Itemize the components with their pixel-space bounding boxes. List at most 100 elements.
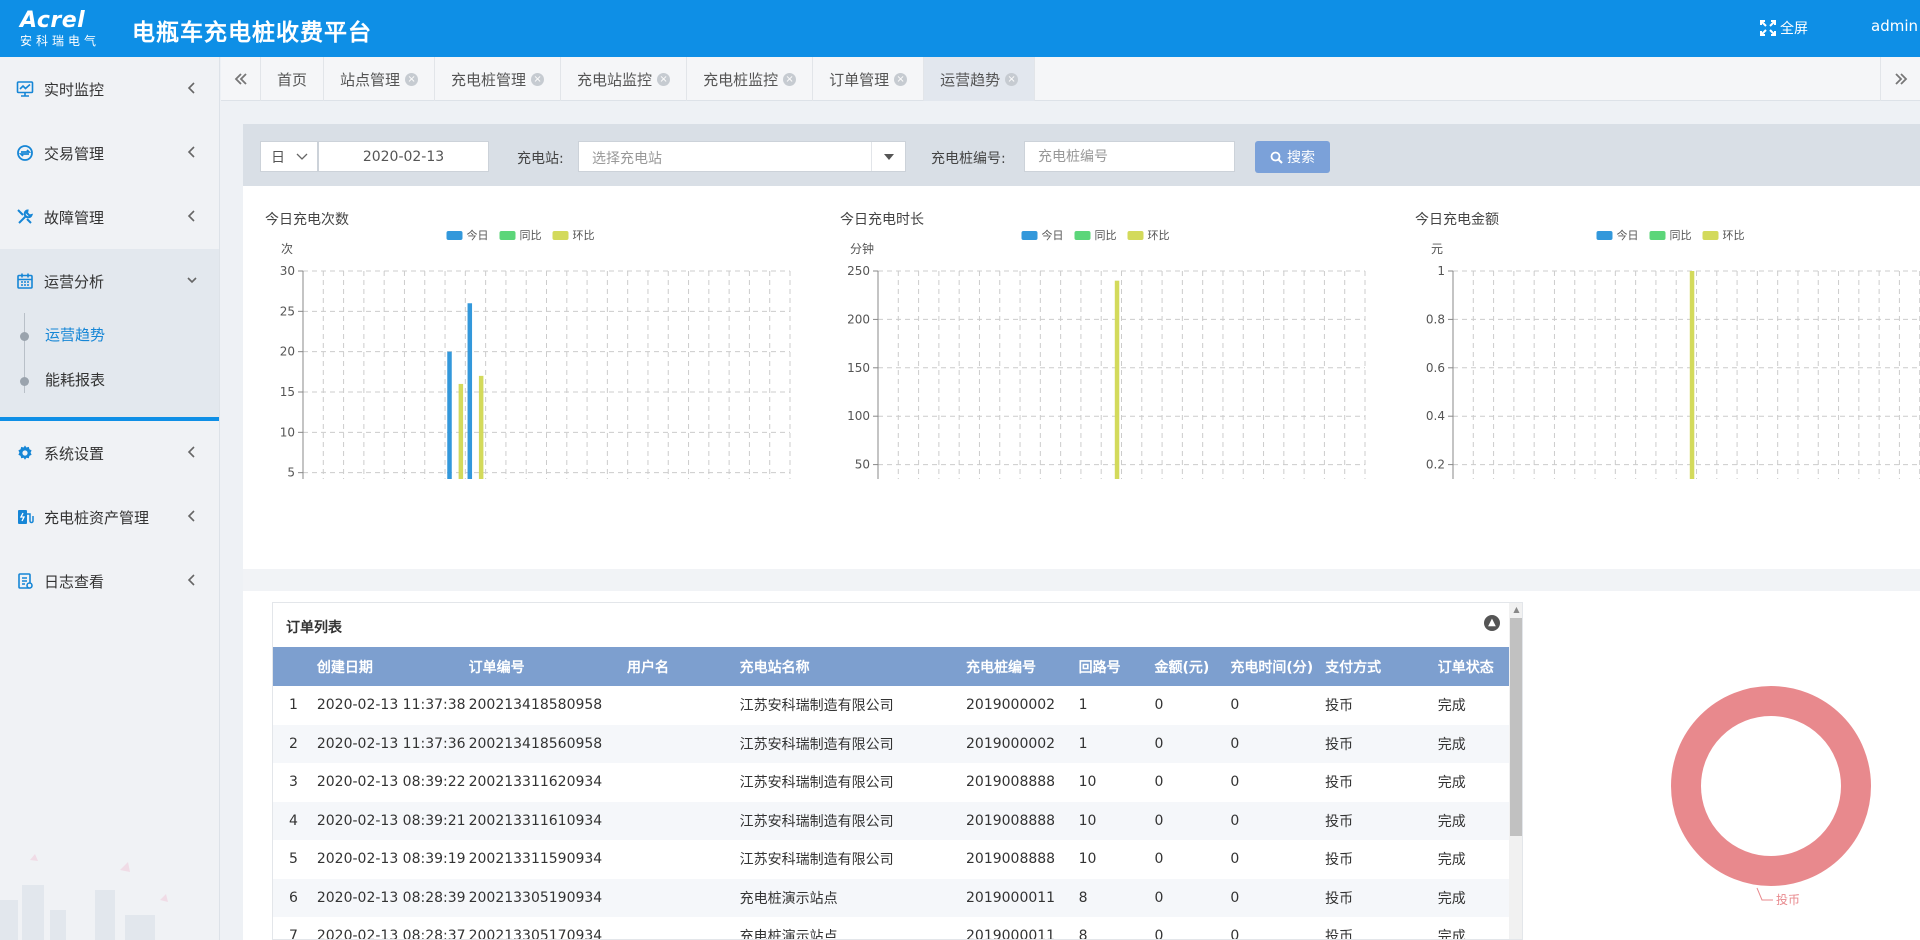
sidebar-item-label: 交易管理 (44, 144, 105, 163)
legend-swatch[interactable] (1702, 231, 1719, 240)
legend-swatch[interactable] (499, 231, 516, 240)
legend-swatch[interactable] (1127, 231, 1144, 240)
column-header[interactable]: 创建日期 (316, 647, 469, 686)
table-cell (627, 840, 740, 879)
sidebar-item-operation-analysis[interactable]: 运营分析 (0, 249, 219, 313)
tab-item[interactable]: 运营趋势 × (924, 57, 1036, 101)
legend-label[interactable]: 同比 (1095, 229, 1117, 242)
close-icon[interactable]: × (783, 72, 797, 86)
sidebar-subitem-operation-trend[interactable]: 运营趋势 (0, 313, 219, 358)
chart-charge-count-svg: 次今日同比环比051015202530010203040506070809101… (280, 228, 791, 479)
column-header[interactable]: 金额(元) (1154, 647, 1231, 686)
sidebar-item-system-settings[interactable]: 系统设置 (0, 421, 219, 485)
table-row[interactable]: 5 2020-02-13 08:39:19 200213311590934 江苏安科瑞… (273, 840, 1509, 879)
period-select[interactable]: 日 (260, 141, 318, 172)
close-icon[interactable]: × (657, 72, 671, 86)
legend-label[interactable]: 同比 (520, 229, 542, 242)
date-input[interactable] (318, 141, 489, 172)
pile-number-input[interactable] (1024, 141, 1235, 172)
search-button[interactable]: 搜索 (1255, 141, 1330, 173)
fullscreen-button[interactable]: 全屏 (1760, 18, 1808, 38)
collapse-up-icon[interactable]: ▲ (1484, 615, 1500, 631)
table-row[interactable]: 6 2020-02-13 08:28:39 200213305190934 充电桩演示… (273, 878, 1509, 917)
tab-item[interactable]: 充电站监控 × (561, 57, 688, 101)
pie-slice[interactable] (1671, 686, 1871, 886)
legend-label[interactable]: 环比 (1723, 229, 1745, 242)
tab-bar: 首页 站点管理 × 充电桩管理 × 充电站监控 × 充电桩监控 × 订单管理 × 运营趋势 × (221, 57, 1920, 101)
close-icon[interactable]: × (1005, 72, 1019, 86)
bar[interactable] (1689, 271, 1695, 479)
bar[interactable] (458, 383, 464, 479)
bar[interactable] (467, 303, 473, 479)
tab-item[interactable]: 站点管理 × (324, 57, 436, 101)
tab-item[interactable]: 首页 (261, 57, 325, 101)
sidebar-item-log-viewer[interactable]: 日志查看 (0, 549, 219, 613)
legend-label[interactable]: 今日 (1042, 228, 1064, 242)
legend-swatch[interactable] (552, 231, 569, 240)
station-select[interactable]: 选择充电站 (578, 141, 906, 172)
sidebar-subitem-energy-report[interactable]: 能耗报表 (0, 358, 219, 403)
table-cell (627, 686, 740, 725)
legend-label[interactable]: 今日 (467, 228, 489, 242)
legend-swatch[interactable] (1596, 231, 1613, 240)
table-row[interactable]: 4 2020-02-13 08:39:21 200213311610934 江苏安科瑞… (273, 801, 1509, 840)
table-row[interactable]: 3 2020-02-13 08:39:22 200213311620934 江苏安科瑞… (273, 763, 1509, 802)
column-header[interactable] (273, 647, 317, 686)
logo-sub-text: 安科瑞电气 (20, 34, 101, 48)
column-header[interactable]: 用户名 (626, 647, 740, 686)
legend-swatch[interactable] (1021, 231, 1038, 240)
scroll-thumb[interactable] (1510, 618, 1522, 836)
table-row[interactable]: 7 2020-02-13 08:28:37 200213305170934 充电桩演示… (273, 917, 1509, 939)
bar[interactable] (447, 351, 452, 479)
payment-method-donut-chart: 投币 (1671, 686, 1871, 907)
y-tick-label: 100 (847, 409, 870, 423)
search-button-label: 搜索 (1287, 150, 1315, 166)
chart-charge-amount: 元今日同比环比00.20.40.60.810102030405060708091… (1393, 204, 1920, 479)
search-icon (1270, 151, 1283, 164)
close-icon[interactable]: × (894, 72, 908, 86)
station-select-toggle[interactable] (871, 142, 905, 171)
table-scrollbar[interactable]: ▲ (1509, 603, 1522, 939)
period-select-value: 日 (271, 149, 285, 166)
tab-item[interactable]: 充电桩监控 × (687, 57, 814, 101)
tab-scroll-right-button[interactable] (1880, 57, 1920, 101)
tab-item[interactable]: 充电桩管理 × (435, 57, 562, 101)
table-row[interactable]: 2 2020-02-13 11:37:36 200213418560958 江苏安科瑞… (273, 724, 1509, 763)
user-menu[interactable]: admin (1871, 17, 1918, 35)
legend-swatch[interactable] (1649, 231, 1666, 240)
table-cell: 2020-02-13 08:39:22 (316, 774, 466, 791)
table-row[interactable]: 1 2020-02-13 11:37:38 200213418580958 江苏安科瑞… (273, 686, 1509, 725)
tab-scroll-left-button[interactable] (221, 57, 261, 101)
tab-label: 首页 (277, 70, 308, 89)
column-header[interactable]: 充电桩编号 (966, 647, 1079, 686)
bar[interactable] (1114, 280, 1120, 479)
column-header[interactable]: 充电站名称 (739, 647, 967, 686)
sidebar-item-charger-assets[interactable]: 充电桩资产管理 (0, 485, 219, 549)
bar[interactable] (478, 375, 484, 479)
table-cell (626, 724, 740, 763)
column-header[interactable]: 订单编号 (468, 647, 627, 686)
column-header[interactable]: 订单状态 (1437, 647, 1509, 686)
column-header[interactable]: 支付方式 (1325, 647, 1438, 686)
sidebar-item-transactions[interactable]: 交易管理 (0, 121, 219, 185)
table-cell: 0 (1230, 774, 1240, 791)
sidebar-item-realtime-monitor[interactable]: 实时监控 (0, 57, 219, 121)
legend-label[interactable]: 环比 (1148, 229, 1170, 242)
column-header[interactable]: 回路号 (1078, 647, 1155, 686)
legend-swatch[interactable] (446, 231, 463, 240)
tab-item[interactable]: 订单管理 × (813, 57, 925, 101)
table-body: 1 2020-02-13 11:37:38 200213418580958 江苏安科瑞… (273, 686, 1509, 939)
close-icon[interactable]: × (531, 72, 545, 86)
table-cell: 6 (273, 878, 317, 917)
close-icon[interactable]: × (405, 72, 419, 86)
legend-label[interactable]: 环比 (573, 229, 595, 242)
legend-swatch[interactable] (1074, 231, 1091, 240)
column-header[interactable]: 充电时间(分) (1230, 647, 1326, 686)
table-cell: 0 (1230, 724, 1326, 763)
scroll-up-arrow-icon[interactable]: ▲ (1509, 603, 1522, 617)
legend-label[interactable]: 今日 (1617, 228, 1639, 242)
sidebar-item-faults[interactable]: 故障管理 (0, 185, 219, 249)
legend-label[interactable]: 同比 (1670, 229, 1692, 242)
y-tick-label: 0.4 (1426, 409, 1445, 423)
station-select-placeholder: 选择充电站 (592, 151, 662, 167)
